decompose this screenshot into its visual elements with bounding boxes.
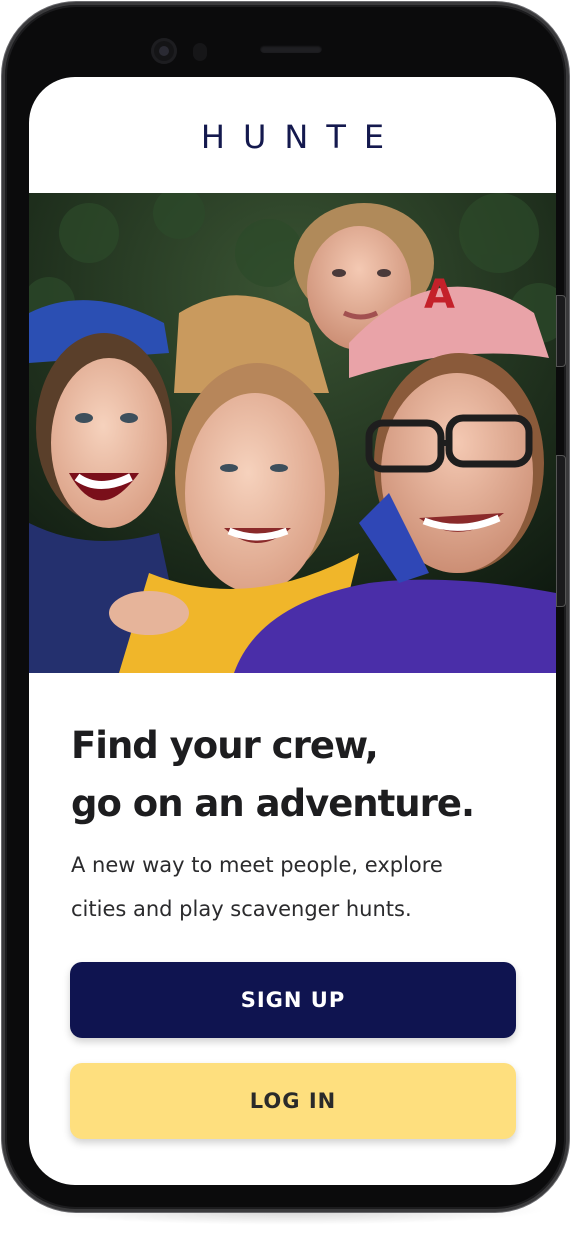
headline-line-2: go on an adventure. (71, 782, 475, 825)
page: HUNTE A Find your crew, go on an adventu… (0, 0, 577, 1239)
signup-button[interactable]: SIGN UP (70, 962, 516, 1038)
hero-image: A (29, 193, 556, 673)
front-camera-icon (151, 38, 177, 64)
subtitle-line-1: A new way to meet people, explore (71, 853, 443, 877)
svg-text:A: A (424, 272, 455, 318)
earpiece-speaker (260, 45, 322, 53)
app-screen: HUNTE A Find your crew, go on an adventu… (29, 77, 556, 1185)
headline: Find your crew, go on an adventure. (71, 717, 541, 833)
login-button[interactable]: LOG IN (70, 1063, 516, 1139)
power-button (556, 295, 566, 367)
app-logo: HUNTE (200, 118, 403, 156)
subtitle: A new way to meet people, explore cities… (71, 843, 541, 931)
subtitle-line-2: cities and play scavenger hunts. (71, 897, 412, 921)
proximity-sensor-icon (193, 43, 207, 61)
headline-line-1: Find your crew, (71, 724, 379, 767)
hero-photo-illustration: A (29, 193, 556, 673)
phone-frame: HUNTE A Find your crew, go on an adventu… (2, 2, 569, 1212)
volume-button (556, 455, 566, 607)
